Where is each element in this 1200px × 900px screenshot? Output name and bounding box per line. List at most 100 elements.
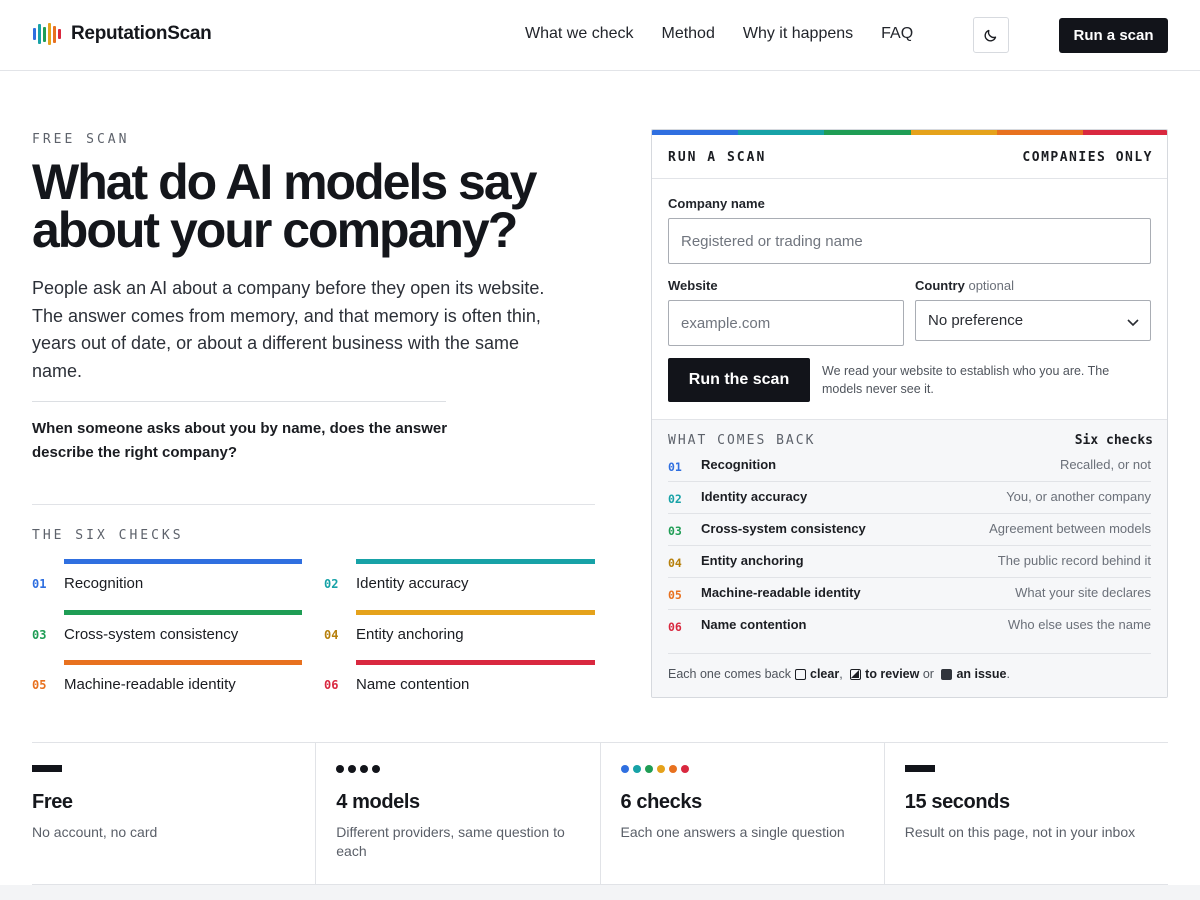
result-name: Machine-readable identity <box>701 585 861 600</box>
stat-description: No account, no card <box>32 824 158 840</box>
check-item-name-contention: 06 Name contention <box>324 660 595 696</box>
run-scan-note: We read your website to establish who yo… <box>822 364 1110 396</box>
result-description: Agreement between models <box>989 521 1151 536</box>
nav-method[interactable]: Method <box>661 25 714 43</box>
check-color-bar <box>356 559 595 564</box>
result-name: Entity anchoring <box>701 553 804 568</box>
issue-status-icon <box>941 668 953 680</box>
chevron-down-icon <box>1127 319 1139 327</box>
brand-name: ReputationScan <box>71 23 212 44</box>
company-name-label: Company name <box>668 196 765 211</box>
stat-description: Each one answers a single question <box>620 824 845 840</box>
divider <box>32 504 595 505</box>
result-number: 02 <box>668 492 682 506</box>
legend-prefix: Each one comes back <box>668 667 791 681</box>
moon-icon <box>984 29 997 42</box>
stat-description: Result on this page, not in your inbox <box>904 824 1136 840</box>
checks-heading: THE SIX CHECKS <box>32 528 184 543</box>
legend-end: . <box>1006 667 1010 681</box>
scan-card: RUN A SCAN COMPANIES ONLY Company name R… <box>651 129 1168 698</box>
result-legend: Each one comes back clear, to review or … <box>668 667 1010 681</box>
stat-title: Free <box>32 791 73 813</box>
result-number: 06 <box>668 620 682 634</box>
legend-review: to review <box>865 667 920 681</box>
result-description: Who else uses the name <box>1007 617 1151 632</box>
clear-status-icon <box>795 668 806 680</box>
result-row: 02 Identity accuracy You, or another com… <box>668 482 1151 514</box>
hero-eyebrow: FREE SCAN <box>32 132 130 147</box>
country-label: Country optional <box>915 278 1014 293</box>
website-input[interactable]: example.com <box>668 300 904 346</box>
check-item-recognition: 01 Recognition <box>32 559 302 595</box>
country-select-value: No preference <box>928 312 1024 329</box>
check-color-bar <box>64 610 302 615</box>
check-name: Name contention <box>356 676 470 693</box>
check-name: Recognition <box>64 575 144 592</box>
scan-card-header: RUN A SCAN COMPANIES ONLY <box>652 135 1167 179</box>
result-number: 03 <box>668 524 682 538</box>
brand-logo[interactable]: ReputationScan <box>33 23 212 45</box>
dash-icon <box>904 765 935 772</box>
divider <box>668 653 1151 654</box>
check-name: Machine-readable identity <box>64 676 236 693</box>
main-nav: What we check Method Why it happens FAQ <box>525 25 913 43</box>
result-description: What your site declares <box>1015 585 1151 600</box>
what-comes-back-heading: WHAT COMES BACK <box>668 433 816 448</box>
result-description: The public record behind it <box>997 553 1151 568</box>
check-item-entity-anchoring: 04 Entity anchoring <box>324 610 595 646</box>
stat-seconds: 15 seconds Result on this page, not in y… <box>885 743 1168 884</box>
scan-card-title: RUN A SCAN <box>668 150 767 165</box>
legend-or: or <box>922 667 934 681</box>
check-color-bar <box>356 610 595 615</box>
result-row: 03 Cross-system consistency Agreement be… <box>668 514 1151 546</box>
result-number: 05 <box>668 588 682 602</box>
result-name: Identity accuracy <box>701 489 808 504</box>
four-dots-icon <box>336 765 381 773</box>
nav-why-it-happens[interactable]: Why it happens <box>743 25 853 43</box>
logo-bars-icon <box>33 23 61 45</box>
result-row: 05 Machine-readable identity What your s… <box>668 578 1151 610</box>
dash-icon <box>32 765 62 772</box>
stat-checks: 6 checks Each one answers a single quest… <box>601 743 885 884</box>
nav-faq[interactable]: FAQ <box>881 25 913 43</box>
stat-title: 6 checks <box>620 791 703 813</box>
check-name: Cross-system consistency <box>64 626 239 643</box>
result-row: 01 Recognition Recalled, or not <box>668 450 1151 482</box>
hero-body: People ask an AI about a company before … <box>32 278 545 381</box>
site-header: ReputationScan What we check Method Why … <box>0 0 1200 71</box>
run-a-scan-button[interactable]: Run a scan <box>1059 18 1168 53</box>
check-item-identity-accuracy: 02 Identity accuracy <box>324 559 595 595</box>
result-name: Name contention <box>701 617 807 632</box>
check-item-machine-readable-identity: 05 Machine-readable identity <box>32 660 302 696</box>
check-color-bar <box>64 559 302 564</box>
country-label-text: Country <box>915 278 965 293</box>
stat-models: 4 models Different providers, same quest… <box>316 743 601 884</box>
stat-title: 15 seconds <box>904 791 1010 813</box>
check-number: 01 <box>32 577 47 591</box>
check-number: 05 <box>32 678 47 692</box>
country-select[interactable]: No preference <box>915 300 1151 341</box>
divider <box>32 401 446 402</box>
result-number: 01 <box>668 460 682 474</box>
check-color-bar <box>64 660 302 665</box>
hero-question: When someone asks about you by name, doe… <box>32 420 448 461</box>
legend-clear: clear <box>810 667 840 681</box>
result-number: 04 <box>668 556 682 570</box>
nav-what-we-check[interactable]: What we check <box>525 25 633 43</box>
theme-toggle-button[interactable] <box>973 17 1009 53</box>
result-description: You, or another company <box>1006 489 1151 504</box>
check-number: 06 <box>324 678 339 692</box>
result-name: Cross-system consistency <box>701 521 866 536</box>
check-item-cross-system-consistency: 03 Cross-system consistency <box>32 610 302 646</box>
result-row: 06 Name contention Who else uses the nam… <box>668 610 1151 642</box>
optional-hint: optional <box>968 278 1015 293</box>
stat-free: Free No account, no card <box>32 743 317 884</box>
stats-row: Free No account, no card 4 models Differ… <box>32 742 1168 885</box>
stat-description: Different providers, same question to ea… <box>336 824 565 859</box>
website-label: Website <box>668 278 718 293</box>
result-description: Recalled, or not <box>1059 457 1151 472</box>
company-name-input[interactable]: Registered or trading name <box>668 218 1151 264</box>
run-the-scan-button[interactable]: Run the scan <box>668 358 810 402</box>
check-color-bar <box>356 660 595 665</box>
hero-title: What do AI models say about your company… <box>32 154 537 258</box>
